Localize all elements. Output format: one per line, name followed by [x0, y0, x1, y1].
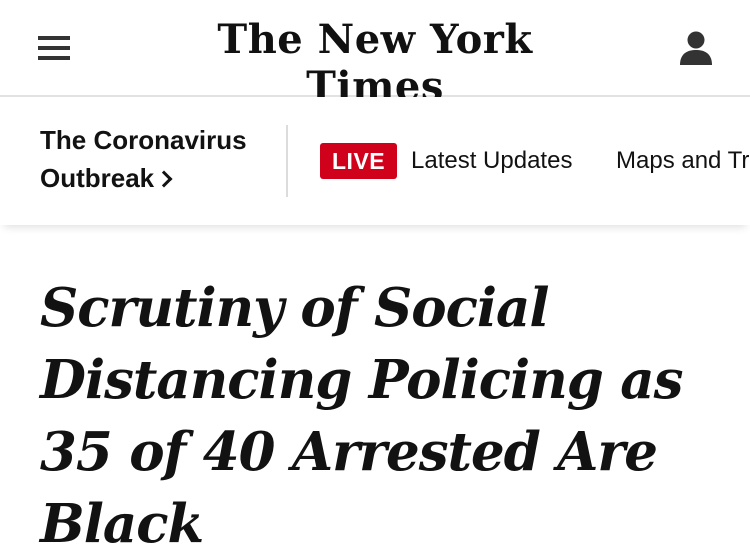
- top-bar: The New York Times: [0, 0, 750, 110]
- user-icon-graphic: [680, 31, 712, 65]
- section-subnav: The Coronavirus Outbreak LIVE Latest Upd…: [0, 97, 750, 225]
- chevron-right-icon: [155, 170, 173, 188]
- article-headline: Scrutiny of Social Distancing Policing a…: [40, 277, 683, 555]
- nav-link-latest-updates[interactable]: Latest Updates: [411, 143, 572, 179]
- nav-link-maps[interactable]: Maps and Tr: [616, 143, 749, 179]
- menu-line: [38, 36, 70, 40]
- section-title-link[interactable]: The Coronavirus Outbreak: [40, 121, 270, 197]
- section-title-line1: The Coronavirus: [40, 125, 247, 155]
- user-account-icon[interactable]: [678, 30, 714, 66]
- subnav-divider: [286, 125, 288, 197]
- hamburger-menu-icon[interactable]: [38, 36, 70, 60]
- site-logo[interactable]: The New York Times: [150, 16, 600, 110]
- menu-line: [38, 56, 70, 60]
- section-title-line2-text: Outbreak: [40, 163, 155, 193]
- menu-line: [38, 46, 70, 50]
- section-title-line2: Outbreak: [40, 159, 270, 197]
- live-badge: LIVE: [320, 143, 398, 179]
